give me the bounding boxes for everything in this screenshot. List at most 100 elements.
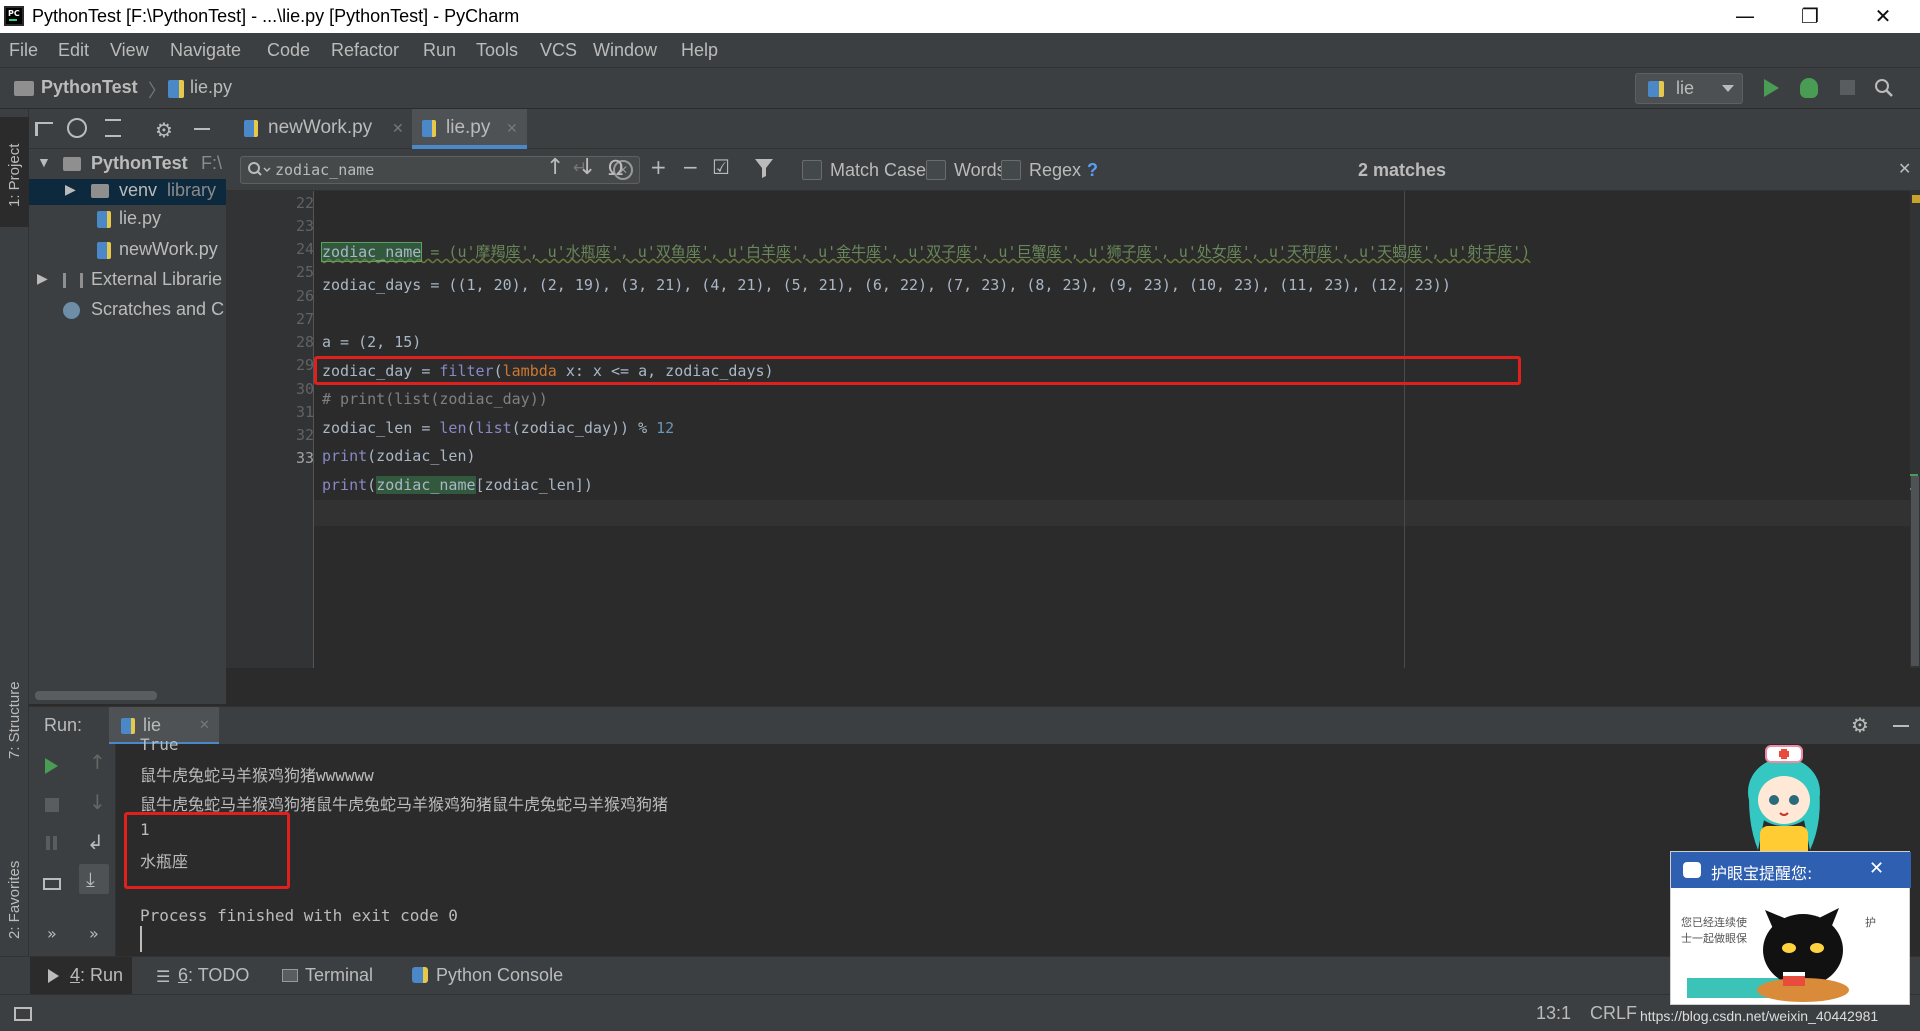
tool-tab-todo[interactable]: 6: TODO <box>178 965 249 986</box>
refresh-icon[interactable] <box>1882 936 1906 960</box>
search-icon[interactable] <box>1874 78 1893 97</box>
minimize-button[interactable]: — <box>1715 0 1775 33</box>
select-all-occurrences-icon[interactable]: ☑ <box>712 155 730 179</box>
tab-label: newWork.py <box>268 117 373 138</box>
close-icon[interactable]: ✕ <box>392 109 404 147</box>
menu-edit[interactable]: Edit <box>58 40 89 61</box>
menu-window[interactable]: Window <box>593 40 657 61</box>
menu-help[interactable]: Help <box>681 40 718 61</box>
match-case-label[interactable]: Match Case <box>830 160 926 181</box>
tab-newwork-py[interactable]: newWork.py ✕ <box>236 109 406 149</box>
words-checkbox[interactable] <box>926 160 946 180</box>
menu-vcs[interactable]: VCS <box>540 40 577 61</box>
collapsed-arrow-icon[interactable]: ▶ <box>37 270 48 287</box>
scroll-to-end-button[interactable]: ⤓ <box>79 864 109 894</box>
scrollbar-thumb[interactable] <box>1911 476 1919 666</box>
caret-position[interactable]: 13:1 <box>1536 1003 1571 1024</box>
gear-icon[interactable]: ⚙ <box>155 118 173 142</box>
hide-icon[interactable] <box>1893 725 1909 727</box>
expand-arrow-icon[interactable]: ▼ <box>37 154 51 170</box>
menu-navigate[interactable]: Navigate <box>170 40 241 61</box>
tree-root-project[interactable]: PythonTest <box>91 153 188 174</box>
pause-icon[interactable] <box>46 836 50 850</box>
run-icon <box>48 969 59 983</box>
tool-tab-python-console[interactable]: Python Console <box>436 965 563 986</box>
close-find-icon[interactable]: ✕ <box>1898 159 1911 178</box>
editor-gutter: 22 23 24 25 26 27 28 29 30 31 32 33 <box>226 191 314 668</box>
python-file-icon <box>244 120 258 137</box>
stop-icon[interactable] <box>1840 80 1855 95</box>
tab-lie-py[interactable]: lie.py ✕ <box>412 109 527 149</box>
regex-checkbox[interactable] <box>1001 160 1021 180</box>
menu-tools[interactable]: Tools <box>476 40 518 61</box>
horizontal-scrollbar[interactable] <box>35 691 157 700</box>
project-tool-button[interactable]: 1: Project <box>0 117 29 227</box>
hide-icon[interactable] <box>194 128 210 130</box>
code-token: (zodiac_day)) % <box>511 419 657 437</box>
collapse-all-icon[interactable] <box>105 119 121 137</box>
rerun-icon[interactable] <box>45 758 58 774</box>
down-arrow-icon[interactable]: ↓ <box>89 790 106 814</box>
breadcrumb-project[interactable]: PythonTest <box>41 77 138 98</box>
regex-label[interactable]: Regex <box>1029 160 1081 181</box>
line-separator[interactable]: CRLF <box>1590 1003 1637 1024</box>
soft-wrap-icon[interactable]: ↲ <box>87 830 104 854</box>
filter-icon[interactable] <box>754 157 774 183</box>
run-icon[interactable] <box>1764 79 1779 97</box>
up-arrow-icon[interactable]: ↑ <box>89 750 106 774</box>
tool-tab-run[interactable]: 4: Run <box>30 957 132 995</box>
tree-item-venv[interactable]: venv <box>119 180 157 201</box>
close-window-button[interactable]: ✕ <box>1853 0 1913 33</box>
menu-file[interactable]: File <box>9 40 38 61</box>
menu-refactor[interactable]: Refactor <box>331 40 399 61</box>
collapsed-arrow-icon[interactable]: ▶ <box>65 181 76 198</box>
run-config-select[interactable]: lie <box>1635 73 1743 104</box>
add-occurrence-icon[interactable]: + <box>650 155 667 179</box>
search-icon[interactable] <box>247 160 271 184</box>
menu-run[interactable]: Run <box>423 40 456 61</box>
menu-view[interactable]: View <box>110 40 149 61</box>
more-icon[interactable]: » <box>89 924 99 943</box>
bottom-tool-tabs: 4: Run ☰ 6: TODO Terminal Python Console <box>0 956 1920 995</box>
previous-match-icon[interactable]: ↑ <box>546 155 564 180</box>
gear-icon[interactable]: ⚙ <box>1851 713 1869 737</box>
words-label[interactable]: Words <box>954 160 1006 181</box>
layout-icon[interactable] <box>43 878 61 890</box>
side-icons <box>1880 900 1908 994</box>
favorites-tool-label[interactable]: 2: Favorites <box>6 861 23 939</box>
left-tool-stripe: 1: Project 7: Structure 2: Favorites <box>0 109 29 994</box>
more-icon[interactable]: » <box>47 924 57 943</box>
stop-icon[interactable] <box>45 798 59 812</box>
tree-item-lie-py[interactable]: lie.py <box>119 208 161 229</box>
python-config-icon <box>1648 81 1664 97</box>
scroll-from-source-icon[interactable] <box>67 118 87 138</box>
find-all-icon[interactable]: Ω <box>608 156 623 180</box>
restore-button[interactable]: ❐ <box>1780 0 1840 33</box>
sync-icon[interactable] <box>1882 902 1906 926</box>
editor-scrollbar-stripe[interactable] <box>1910 191 1920 668</box>
debug-bug-icon[interactable] <box>1800 78 1818 98</box>
project-tool-label: 1: Project <box>6 143 23 207</box>
settings-round-icon[interactable] <box>1882 970 1906 994</box>
regex-help-link[interactable]: ? <box>1087 160 1098 181</box>
close-icon[interactable]: ✕ <box>506 109 518 147</box>
console-line: True <box>140 735 179 754</box>
remove-occurrence-icon[interactable]: − <box>682 155 699 179</box>
close-icon[interactable]: ✕ <box>199 718 210 733</box>
breadcrumb-file[interactable]: lie.py <box>190 77 232 98</box>
next-match-icon[interactable]: ↓ <box>578 155 596 180</box>
search-input[interactable] <box>275 159 575 181</box>
tree-item-scratches[interactable]: Scratches and C <box>91 299 224 320</box>
tree-item-external[interactable]: External Librarie <box>91 269 222 290</box>
todo-list-icon: ☰ <box>156 967 171 986</box>
structure-tool-label[interactable]: 7: Structure <box>6 681 23 759</box>
menu-code[interactable]: Code <box>267 40 310 61</box>
popup-text-line2: 士一起做眼保 <box>1681 932 1747 945</box>
tree-item-newwork-py[interactable]: newWork.py <box>119 239 218 260</box>
match-case-checkbox[interactable] <box>802 160 822 180</box>
close-icon[interactable]: ✕ <box>1869 858 1884 879</box>
tool-tab-terminal[interactable]: Terminal <box>305 965 373 986</box>
console-line: 鼠牛虎兔蛇马羊猴鸡狗猪wwwwww <box>140 766 374 785</box>
collapse-icon[interactable] <box>35 122 53 136</box>
toggle-tool-windows-icon[interactable] <box>14 1007 32 1021</box>
